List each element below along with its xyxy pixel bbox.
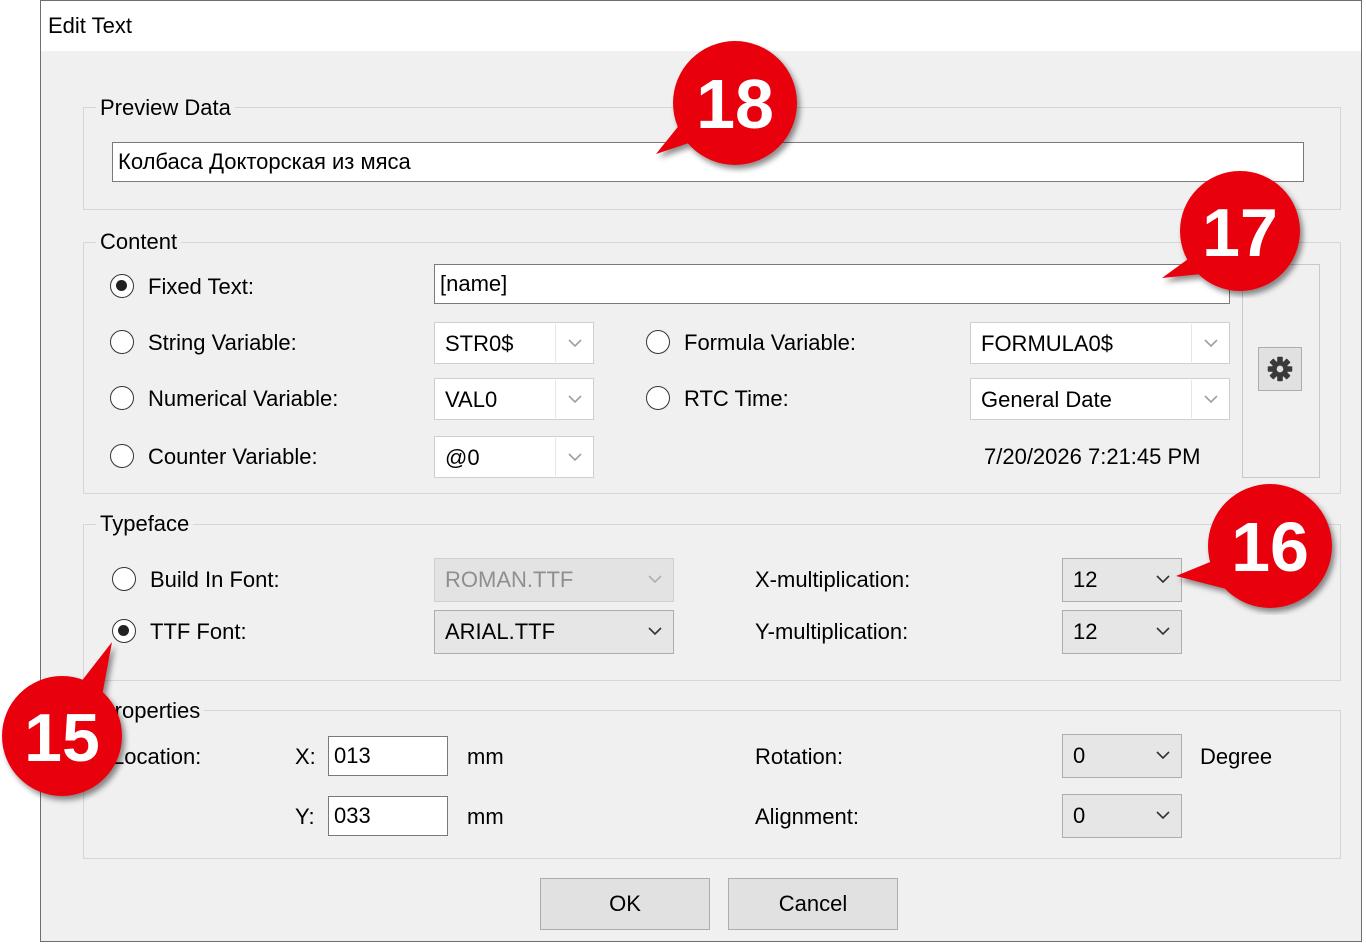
x-multiplication-value: 12 (1073, 567, 1098, 592)
chevron-down-icon (1156, 811, 1170, 820)
x-multiplication-label: X-multiplication: (755, 567, 911, 592)
chevron-down-icon (648, 575, 662, 584)
fixed-text-field[interactable]: [name] (434, 264, 1230, 304)
numerical-variable-radio[interactable] (110, 386, 134, 410)
typeface-group (83, 524, 1341, 681)
chevron-down-icon (1204, 339, 1218, 348)
x-multiplication-select[interactable]: 12 (1062, 558, 1182, 602)
formula-variable-select[interactable]: FORMULA0$ (970, 322, 1230, 364)
formula-variable-label: Formula Variable: (684, 330, 856, 355)
build-in-font-radio[interactable] (112, 567, 136, 591)
rtc-time-value: General Date (981, 387, 1112, 412)
content-legend: Content (96, 229, 182, 255)
numerical-variable-label: Numerical Variable: (148, 386, 339, 411)
cancel-button[interactable]: Cancel (728, 878, 898, 930)
formula-variable-radio[interactable] (646, 330, 670, 354)
ttf-font-label: TTF Font: (150, 619, 247, 644)
rtc-time-select[interactable]: General Date (970, 378, 1230, 420)
fixed-text-radio[interactable] (110, 274, 134, 298)
formula-variable-value: FORMULA0$ (981, 331, 1114, 356)
gear-icon (1267, 356, 1293, 382)
chevron-down-icon (1204, 395, 1218, 404)
fixed-text-label: Fixed Text: (148, 274, 254, 299)
chevron-down-icon (1156, 751, 1170, 760)
chevron-down-icon (568, 395, 582, 404)
rtc-time-radio[interactable] (646, 386, 670, 410)
y-unit-label: mm (467, 804, 504, 829)
rtc-time-label: RTC Time: (684, 386, 789, 411)
callout-18-number: 18 (696, 65, 774, 143)
alignment-select[interactable]: 0 (1062, 794, 1182, 838)
y-coordinate-field[interactable]: 033 (328, 796, 448, 836)
y-multiplication-label: Y-multiplication: (755, 619, 909, 644)
preview-data-legend: Preview Data (96, 95, 235, 121)
chevron-down-icon (648, 627, 662, 636)
rotation-value: 0 (1073, 743, 1086, 768)
chevron-down-icon (568, 453, 582, 462)
counter-variable-value: @0 (445, 445, 480, 470)
alignment-label: Alignment: (755, 804, 859, 829)
callout-18: 18 (656, 41, 797, 165)
x-coordinate-field[interactable]: 013 (328, 736, 448, 776)
numerical-variable-value: VAL0 (445, 387, 498, 412)
ok-button[interactable]: OK (540, 878, 710, 930)
rotation-select[interactable]: 0 (1062, 734, 1182, 778)
rotation-label: Rotation: (755, 744, 844, 769)
x-unit-label: mm (467, 744, 504, 769)
build-in-font-label: Build In Font: (150, 567, 280, 592)
chevron-down-icon (1156, 575, 1170, 584)
ttf-font-value: ARIAL.TTF (445, 619, 556, 644)
callout-15-number: 15 (24, 700, 100, 776)
string-variable-select[interactable]: STR0$ (434, 322, 594, 364)
callout-17-number: 17 (1202, 195, 1278, 271)
build-in-font-select[interactable]: ROMAN.TTF (434, 558, 674, 602)
x-coordinate-label: X: (295, 744, 316, 769)
alignment-value: 0 (1073, 803, 1086, 828)
rtc-timestamp: 7/20/2026 7:21:45 PM (984, 444, 1201, 469)
numerical-variable-select[interactable]: VAL0 (434, 378, 594, 420)
string-variable-value: STR0$ (445, 331, 514, 356)
ttf-font-select[interactable]: ARIAL.TTF (434, 610, 674, 654)
rotation-unit-label: Degree (1200, 744, 1273, 769)
counter-variable-label: Counter Variable: (148, 444, 318, 469)
counter-variable-radio[interactable] (110, 444, 134, 468)
string-variable-label: String Variable: (148, 330, 297, 355)
y-multiplication-value: 12 (1073, 619, 1098, 644)
callout-16-number: 16 (1231, 508, 1309, 586)
y-multiplication-select[interactable]: 12 (1062, 610, 1182, 654)
build-in-font-value: ROMAN.TTF (445, 567, 574, 592)
string-variable-radio[interactable] (110, 330, 134, 354)
chevron-down-icon (568, 339, 582, 348)
window-title: Edit Text (48, 13, 132, 38)
settings-button[interactable] (1258, 347, 1302, 391)
callout-17: 17 (1162, 171, 1300, 291)
callout-15: 15 (2, 642, 122, 796)
callout-16: 16 (1176, 484, 1332, 608)
typeface-legend: Typeface (96, 511, 194, 537)
y-coordinate-label: Y: (295, 804, 315, 829)
counter-variable-select[interactable]: @0 (434, 436, 594, 478)
chevron-down-icon (1156, 627, 1170, 636)
